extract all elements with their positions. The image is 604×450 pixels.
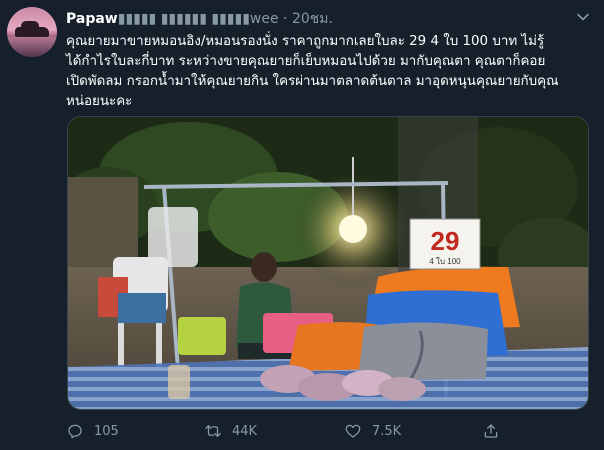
avatar-reflection — [7, 37, 57, 57]
retweet-count: 44K — [232, 423, 258, 439]
heart-icon — [345, 424, 361, 438]
share-icon — [484, 424, 498, 438]
price-sign: 29 4 ใบ 100 — [409, 218, 481, 270]
reply-icon — [68, 424, 82, 439]
water-bottle — [168, 365, 190, 399]
photo-scene: 29 4 ใบ 100 — [68, 117, 588, 409]
display-name[interactable]: Papaw — [66, 11, 118, 27]
tweet-timestamp[interactable]: 20ชม. — [292, 11, 333, 27]
tweet-card[interactable]: Papaw▮▮▮▮▮ ▮▮▮▮▮▮ ▮▮▮▮▮wee · 20ชม. คุณยา… — [0, 0, 604, 450]
header-separator: · — [283, 11, 288, 27]
action-bar: 105 44K 7.5K — [66, 420, 586, 444]
green-box — [178, 317, 226, 355]
tweet-photo[interactable]: 29 4 ใบ 100 — [67, 116, 589, 410]
tweet-text: คุณยายมาขายหมอนอิง/หมอนรองนั่ง ราคาถูกมา… — [66, 34, 559, 109]
masked-username: ▮▮▮▮▮ ▮▮▮▮▮▮ ▮▮▮▮▮wee — [117, 11, 279, 27]
avatar-car-silhouette — [15, 21, 49, 37]
share-button[interactable] — [482, 420, 510, 442]
light-bulb — [339, 215, 367, 243]
chevron-down-icon[interactable] — [576, 10, 590, 24]
retweet-icon — [205, 425, 221, 437]
tweet-header: Papaw▮▮▮▮▮ ▮▮▮▮▮▮ ▮▮▮▮▮wee · 20ชม. — [66, 8, 333, 28]
retweet-button[interactable]: 44K — [204, 420, 257, 442]
reply-count: 105 — [94, 423, 119, 439]
reply-button[interactable]: 105 — [66, 420, 119, 442]
avatar[interactable] — [7, 7, 57, 57]
price-sign-subtext: 4 ใบ 100 — [429, 257, 461, 266]
like-button[interactable]: 7.5K — [344, 420, 401, 442]
bag — [118, 293, 166, 323]
price-sign-number: 29 — [431, 226, 460, 256]
steps — [68, 177, 138, 267]
like-count: 7.5K — [372, 423, 402, 439]
